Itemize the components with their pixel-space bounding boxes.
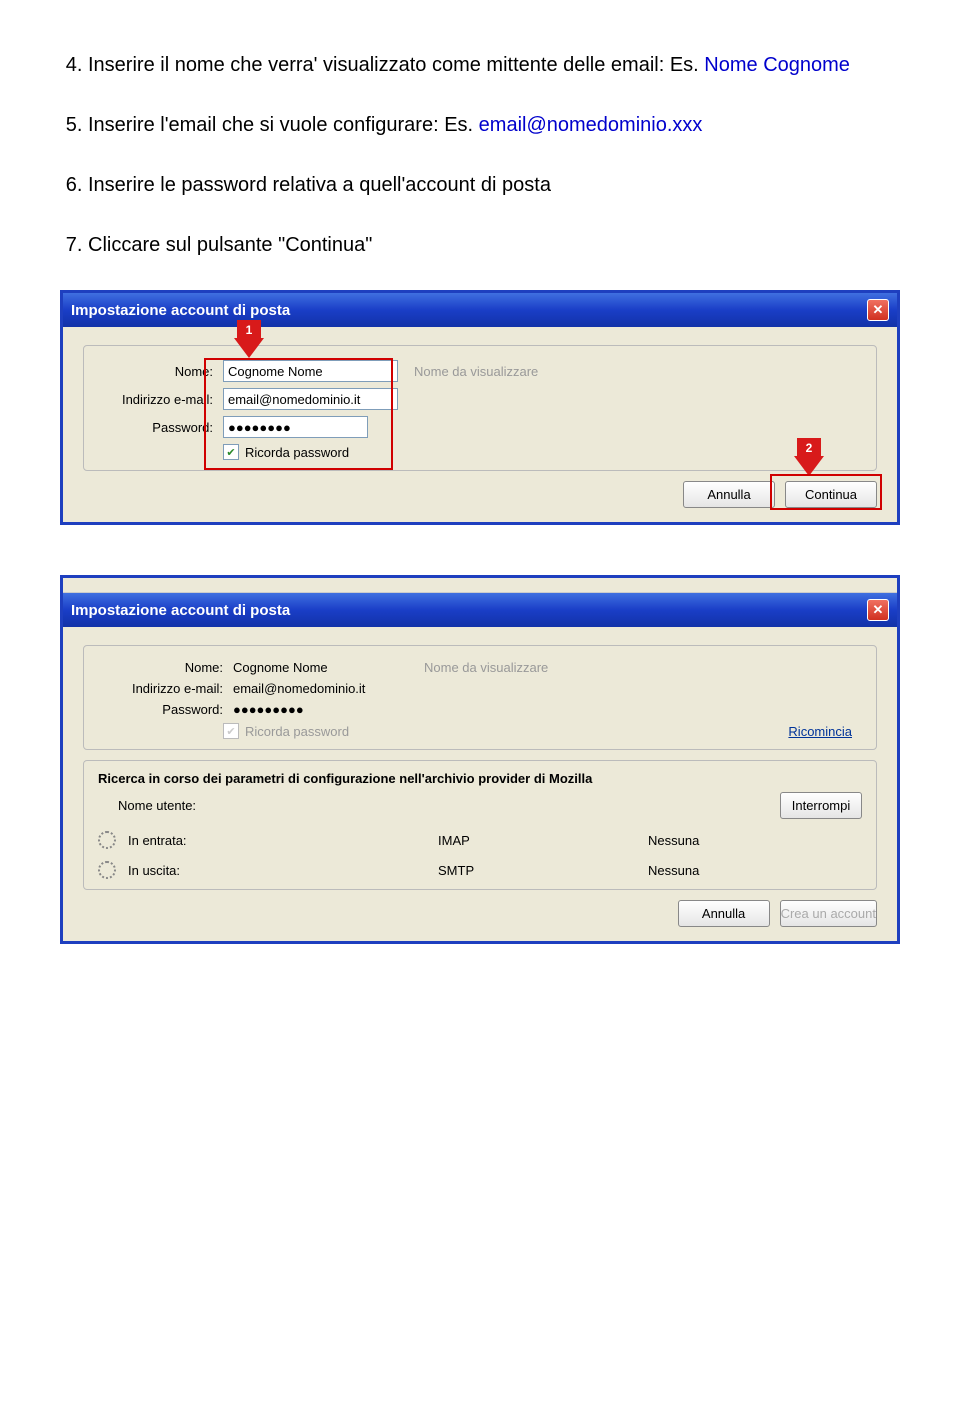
password-value: ●●●●●●●●● — [233, 702, 304, 717]
instruction-list: Inserire il nome che verra' visualizzato… — [60, 50, 900, 260]
instruction-item-5: Inserire l'email che si vuole configurar… — [88, 110, 900, 140]
incoming-security: Nessuna — [648, 833, 699, 848]
email-value: email@nomedominio.it — [233, 681, 365, 696]
dialog-account-setup-1: Impostazione account di posta ✕ 1 Nome: … — [60, 290, 900, 525]
dialog-account-setup-2: Impostazione account di posta ✕ Nome: Co… — [60, 575, 900, 944]
close-icon[interactable]: ✕ — [867, 299, 889, 321]
create-account-button: Crea un account — [780, 900, 877, 927]
titlebar: Impostazione account di posta ✕ — [63, 293, 897, 327]
instruction-text: Inserire il nome che verra' visualizzato… — [88, 54, 704, 76]
outgoing-security: Nessuna — [648, 863, 699, 878]
outgoing-label: In uscita: — [128, 863, 180, 878]
instruction-text: Inserire le password relativa a quell'ac… — [88, 174, 551, 196]
spinner-icon — [98, 861, 116, 879]
restart-link[interactable]: Ricomincia — [788, 724, 852, 739]
email-label: Indirizzo e-mail: — [98, 681, 233, 696]
svg-text:1: 1 — [246, 323, 253, 337]
cropped-top — [63, 578, 897, 593]
password-label: Password: — [98, 702, 233, 717]
name-label: Nome: — [98, 660, 233, 675]
callout-arrow-1: 1 — [234, 320, 264, 358]
instruction-item-4: Inserire il nome che verra' visualizzato… — [88, 50, 900, 80]
callout-arrow-2: 2 — [794, 438, 824, 476]
remember-checkbox-disabled: ✔ — [223, 723, 239, 739]
name-value: Cognome Nome — [233, 660, 408, 675]
remember-label: Ricorda password — [245, 724, 349, 739]
username-label: Nome utente: — [118, 798, 196, 813]
instruction-item-6: Inserire le password relativa a quell'ac… — [88, 170, 900, 200]
dialog-title: Impostazione account di posta — [71, 602, 290, 619]
instruction-text: Inserire l'email che si vuole configurar… — [88, 114, 479, 136]
name-hint: Nome da visualizzare — [414, 364, 538, 379]
callout-frame-2 — [770, 474, 882, 510]
close-icon[interactable]: ✕ — [867, 599, 889, 621]
search-status-text: Ricerca in corso dei parametri di config… — [98, 771, 862, 786]
callout-frame-1 — [204, 358, 393, 470]
svg-text:2: 2 — [806, 441, 813, 455]
instruction-example: email@nomedominio.xxx — [479, 114, 703, 136]
dialog-title: Impostazione account di posta — [71, 302, 290, 319]
interrupt-button[interactable]: Interrompi — [780, 792, 862, 819]
instruction-item-7: Cliccare sul pulsante "Continua" — [88, 230, 900, 260]
instruction-example: Nome Cognome — [704, 54, 850, 76]
incoming-label: In entrata: — [128, 833, 187, 848]
incoming-protocol: IMAP — [438, 833, 648, 848]
search-panel: Ricerca in corso dei parametri di config… — [83, 760, 877, 890]
cancel-button[interactable]: Annulla — [678, 900, 770, 927]
spinner-icon — [98, 831, 116, 849]
instruction-text: Cliccare sul pulsante "Continua" — [88, 234, 372, 256]
name-hint: Nome da visualizzare — [424, 660, 548, 675]
outgoing-protocol: SMTP — [438, 863, 648, 878]
titlebar: Impostazione account di posta ✕ — [63, 593, 897, 627]
cancel-button[interactable]: Annulla — [683, 481, 775, 508]
